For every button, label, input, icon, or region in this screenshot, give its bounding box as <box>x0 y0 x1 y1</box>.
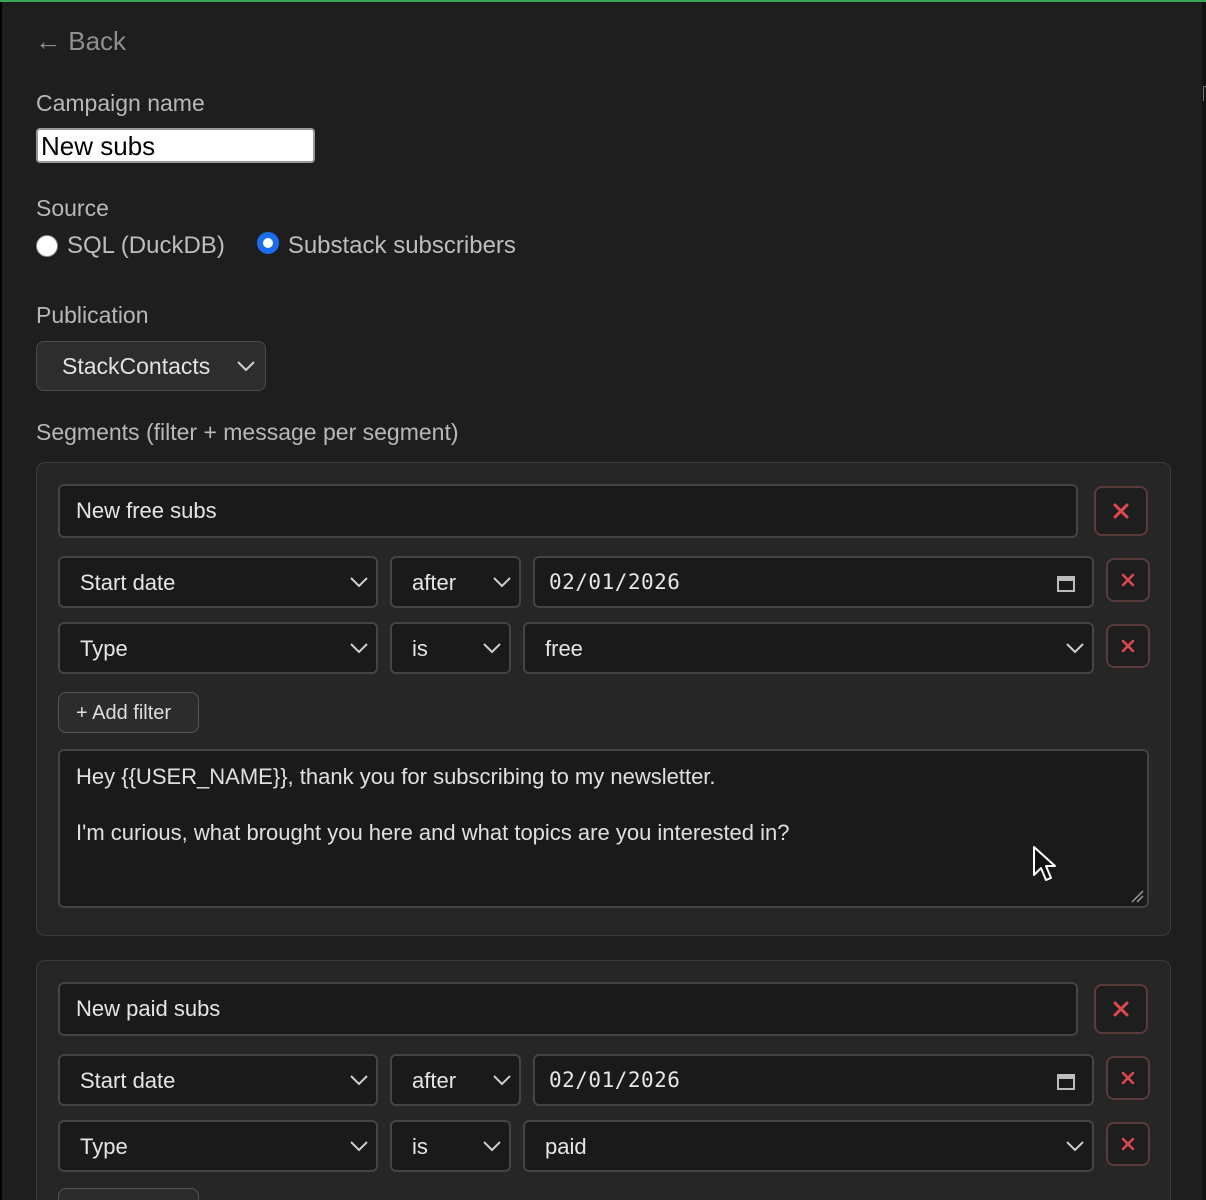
segment-message-textarea[interactable]: Hey {{USER_NAME}}, thank you for subscri… <box>58 749 1149 908</box>
chevron-down-icon <box>237 361 255 372</box>
add-filter-button[interactable] <box>58 1188 199 1200</box>
source-option-sql-label[interactable]: SQL (DuckDB) <box>67 232 225 260</box>
chevron-down-icon <box>493 1075 511 1086</box>
chevron-down-icon <box>483 1141 501 1152</box>
filter-operator-value: after <box>412 570 457 595</box>
segment-card: New paid subs Start date after 02/01/202… <box>36 960 1171 1200</box>
filter-field-select[interactable]: Type <box>58 1120 378 1172</box>
source-radio-group: SQL (DuckDB) Substack subscribers <box>36 232 516 260</box>
campaign-editor-panel: ← Back Campaign name New subs Source SQL… <box>2 2 1202 1200</box>
close-icon <box>1121 573 1135 587</box>
chevron-down-icon <box>493 577 511 588</box>
remove-filter-button[interactable] <box>1106 624 1150 668</box>
mouse-pointer-icon <box>1033 846 1056 881</box>
calendar-icon[interactable] <box>1057 574 1075 592</box>
filter-value: paid <box>545 1134 587 1159</box>
source-label: Source <box>36 195 109 221</box>
chevron-down-icon <box>350 577 368 588</box>
filter-field-value: Type <box>80 1134 128 1159</box>
filter-field-value: Start date <box>80 1068 176 1093</box>
chevron-down-icon <box>1066 1141 1084 1152</box>
chevron-down-icon <box>1066 643 1084 654</box>
chevron-down-icon <box>350 1141 368 1152</box>
filter-operator-value: after <box>412 1068 457 1093</box>
window-right-edge <box>1202 2 1206 1200</box>
filter-value-select[interactable]: free <box>523 622 1094 674</box>
filter-operator-value: is <box>412 1134 428 1159</box>
filter-operator-value: is <box>412 636 428 661</box>
filter-field-select[interactable]: Start date <box>58 1054 378 1106</box>
filter-field-value: Start date <box>80 570 176 595</box>
remove-segment-button[interactable] <box>1094 984 1148 1034</box>
publication-select[interactable]: StackContacts <box>36 341 266 391</box>
close-icon <box>1113 1001 1129 1017</box>
chevron-down-icon <box>483 643 501 654</box>
filter-field-select[interactable]: Type <box>58 622 378 674</box>
remove-filter-button[interactable] <box>1106 558 1150 602</box>
message-line: I'm curious, what brought you here and w… <box>76 820 790 845</box>
source-option-substack-label[interactable]: Substack subscribers <box>288 232 516 260</box>
segment-name-input[interactable]: New free subs <box>58 484 1078 538</box>
filter-field-select[interactable]: Start date <box>58 556 378 608</box>
segment-name-input[interactable]: New paid subs <box>58 982 1078 1036</box>
filter-date-value: 02/01/2026 <box>549 570 681 594</box>
filter-value: free <box>545 636 583 661</box>
close-icon <box>1121 639 1135 653</box>
message-line: Hey {{USER_NAME}}, thank you for subscri… <box>76 764 716 789</box>
filter-operator-select[interactable]: is <box>390 1120 511 1172</box>
filter-field-value: Type <box>80 636 128 661</box>
close-icon <box>1121 1137 1135 1151</box>
remove-filter-button[interactable] <box>1106 1122 1150 1166</box>
filter-operator-select[interactable]: after <box>390 1054 521 1106</box>
campaign-name-input[interactable]: New subs <box>36 128 315 163</box>
filter-date-input[interactable]: 02/01/2026 <box>533 1054 1094 1106</box>
campaign-name-label: Campaign name <box>36 90 205 116</box>
remove-segment-button[interactable] <box>1094 486 1148 536</box>
resize-handle-icon[interactable] <box>1130 889 1144 903</box>
filter-date-value: 02/01/2026 <box>549 1068 681 1092</box>
filter-operator-select[interactable]: is <box>390 622 511 674</box>
filter-date-input[interactable]: 02/01/2026 <box>533 556 1094 608</box>
filter-operator-select[interactable]: after <box>390 556 521 608</box>
calendar-icon[interactable] <box>1057 1072 1075 1090</box>
back-link[interactable]: ← Back <box>35 26 126 57</box>
chevron-down-icon <box>350 643 368 654</box>
publication-label: Publication <box>36 302 149 328</box>
filter-value-select[interactable]: paid <box>523 1120 1094 1172</box>
source-radio-sql[interactable] <box>36 235 58 257</box>
segments-heading: Segments (filter + message per segment) <box>36 419 459 445</box>
chevron-down-icon <box>350 1075 368 1086</box>
segment-card: New free subs Start date after 02/01/202… <box>36 462 1171 936</box>
source-radio-substack[interactable] <box>256 232 279 254</box>
publication-selected-value: StackContacts <box>62 353 211 379</box>
add-filter-button[interactable]: + Add filter <box>58 692 199 733</box>
remove-filter-button[interactable] <box>1106 1056 1150 1100</box>
close-icon <box>1121 1071 1135 1085</box>
close-icon <box>1113 503 1129 519</box>
